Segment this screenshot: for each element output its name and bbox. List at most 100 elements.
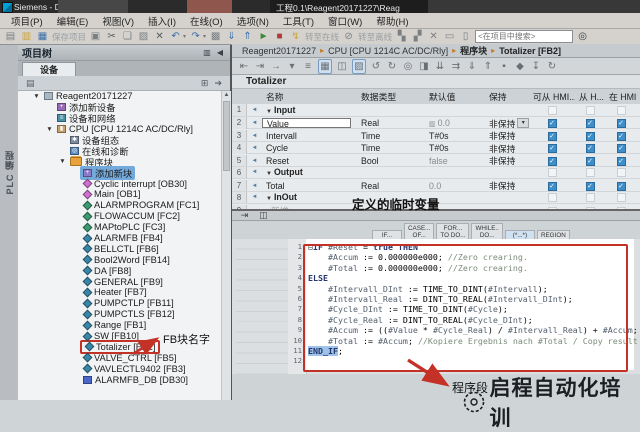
collapse-panel-icon[interactable]: ◀ — [214, 48, 226, 57]
table-row-cycle[interactable]: 4◄CycleTimeT#0s非保持✓✓✓ — [232, 142, 640, 155]
hmi-checkbox[interactable] — [548, 193, 557, 202]
absolute-operands-icon[interactable]: ⇥ — [238, 209, 251, 222]
delete-icon[interactable]: ✕ — [153, 30, 166, 43]
retain-cell[interactable]: 非保持 — [485, 179, 529, 192]
search-input[interactable] — [475, 30, 573, 43]
retain-dropdown-icon[interactable]: ▾ — [517, 118, 529, 128]
menu-item-t[interactable]: 工具(T) — [276, 14, 321, 28]
code-line[interactable]: 5 #Intervall_DInt := TIME_TO_DINT(#Inter… — [288, 284, 638, 294]
snippet-tab-if[interactable]: IF... — [372, 230, 402, 239]
tree-item-maptoplc-fc3[interactable]: MAPtoPLC [FC3] — [18, 222, 222, 233]
hmi-checkbox[interactable] — [586, 168, 595, 177]
menu-item-o[interactable]: 在线(O) — [183, 14, 230, 28]
tree-scrollbar[interactable]: ▲ — [221, 91, 231, 400]
compare-icon[interactable]: ◫ — [336, 60, 348, 73]
tree-item-heater-fb7[interactable]: Heater [FB7] — [18, 287, 222, 298]
download-block-icon[interactable]: ⇓ — [466, 60, 478, 73]
pin-panel-icon[interactable]: ▥ — [200, 48, 214, 57]
name-cell[interactable]: ▼Output — [262, 167, 357, 177]
column-header-hmi[interactable]: 在 HMI... — [605, 90, 637, 103]
section-expander-icon[interactable]: ▼ — [266, 109, 272, 115]
tree-item-item[interactable]: ≡设备和网络 — [18, 113, 222, 124]
window-vertical-icon[interactable]: ▯ — [459, 30, 472, 43]
hmi-checkbox[interactable]: ✓ — [548, 144, 557, 153]
retain-cell[interactable]: 非保持 — [485, 129, 529, 142]
hmi-checkbox[interactable] — [617, 193, 626, 202]
column-header-h[interactable]: 从 H... — [575, 90, 605, 103]
redo-icon-dropdown[interactable]: ▾ — [203, 33, 206, 40]
tree-item-reagent20171227[interactable]: ▼Reagent20171227 — [18, 91, 222, 102]
start-values-icon[interactable]: ▪ — [498, 60, 510, 73]
hmi-checkbox[interactable]: ✓ — [617, 157, 626, 166]
column-header-item[interactable]: 默认值 — [425, 90, 485, 103]
start-cpu-icon[interactable]: ► — [257, 30, 270, 43]
tree-item-bellctl-fb6[interactable]: BELLCTL [FB6] — [18, 243, 222, 254]
name-cell[interactable]: Total — [262, 181, 357, 191]
upload-icon[interactable]: ⇑ — [241, 30, 254, 43]
menu-item-h[interactable]: 帮助(H) — [369, 14, 415, 28]
scroll-thumb[interactable] — [223, 101, 230, 171]
default-value-cell[interactable]: false — [425, 156, 485, 166]
print-icon[interactable]: ▣ — [89, 30, 102, 43]
tree-item-pumpctlp-fb11[interactable]: PUMPCTLP [FB11] — [18, 298, 222, 309]
code-line[interactable]: 6 #Intervall_Real := DINT_TO_REAL(#Inter… — [288, 294, 638, 304]
retain-settings-icon[interactable]: ◆ — [514, 60, 526, 73]
favorites-icon[interactable]: ▨ — [352, 59, 366, 74]
table-row-intervall[interactable]: 3◄IntervallTimeT#0s非保持✓✓✓ — [232, 129, 640, 142]
tree-item-pumpctls-fb12[interactable]: PUMPCTLS [FB12] — [18, 309, 222, 320]
undo-icon[interactable]: ↶ — [169, 30, 182, 43]
go-offline-icon[interactable]: ⊘ — [342, 30, 355, 43]
section-expander-icon[interactable]: ▼ — [266, 196, 272, 202]
code-line[interactable]: 9 #Accum := ((#Value * #Cycle_Real) / #I… — [288, 325, 638, 335]
name-cell[interactable]: Reset — [262, 156, 357, 166]
hmi-checkbox[interactable]: ✓ — [586, 144, 595, 153]
column-header-item[interactable]: 保持 — [485, 90, 529, 103]
redo-icon[interactable]: ↷ — [189, 30, 202, 43]
hmi-checkbox[interactable]: ✓ — [617, 132, 626, 141]
hmi-checkbox[interactable]: ✓ — [617, 182, 626, 191]
breadcrumb-item-cpu-cpu-1214c-ac-dc-rly[interactable]: CPU [CPU 1214C AC/DC/Rly] — [328, 46, 448, 56]
menu-item-n[interactable]: 选项(N) — [230, 14, 276, 28]
hmi-checkbox[interactable]: ✓ — [548, 182, 557, 191]
hmi-checkbox[interactable]: ✓ — [617, 144, 626, 153]
add-row-icon[interactable]: ⇥ — [254, 60, 266, 73]
compile-icon[interactable]: ▩ — [209, 30, 222, 43]
section-expander-icon[interactable]: ▼ — [266, 171, 272, 177]
expand-all-icon[interactable]: ≡ — [302, 60, 314, 73]
code-line[interactable]: 11END_IF; — [288, 346, 638, 356]
name-cell[interactable]: ▼InOut — [262, 192, 357, 202]
tree-item-item[interactable]: ◎在线和诊断 — [18, 145, 222, 156]
column-header-item[interactable]: 名称 — [262, 90, 357, 103]
hmi-checkbox[interactable]: ✓ — [548, 132, 557, 141]
hmi-checkbox[interactable] — [548, 168, 557, 177]
snapshot-icon[interactable]: ◨ — [418, 60, 430, 73]
name-cell[interactable]: Cycle — [262, 143, 357, 153]
hmi-checkbox[interactable]: ✓ — [586, 119, 595, 128]
task-card-strip[interactable]: PLC 编程 — [0, 45, 19, 400]
insert-row-icon[interactable]: ⇤ — [238, 60, 250, 73]
table-row-value[interactable]: 2◄ValueReal▥0.0非保持▾✓✓✓ — [232, 117, 640, 130]
code-line[interactable]: 8 #Cycle_Real := DINT_TO_REAL(#Cycle_DIn… — [288, 315, 638, 325]
tree-item-alarmfb-db-db30[interactable]: ALARMFB_DB [DB30] — [18, 374, 222, 385]
code-line[interactable]: 2 #Accum := 0.000000e000; //Zero crearin… — [288, 252, 638, 262]
diagnostics-icon[interactable]: ▚ — [395, 30, 408, 43]
find-icon[interactable]: ◎ — [576, 30, 589, 43]
retain-cell[interactable]: 非保持 — [485, 142, 529, 155]
breadcrumb-item-reagent20171227[interactable]: Reagent20171227 — [242, 46, 316, 56]
table-row-input[interactable]: 1◄▼Input — [232, 104, 640, 117]
tree-item-flowaccum-fc2[interactable]: FLOWACCUM [FC2] — [18, 211, 222, 222]
device-catalog-icon[interactable]: ▤ — [23, 78, 38, 89]
tree-item-da-fb8[interactable]: DA [FB8] — [18, 265, 222, 276]
param-icon[interactable]: ↧ — [530, 60, 542, 73]
breadcrumb-item-totalizer-fb2[interactable]: Totalizer [FB2] — [499, 46, 561, 56]
tree-item-range-fb1[interactable]: Range [FB1] — [18, 320, 222, 331]
hmi-checkbox[interactable]: ✓ — [586, 132, 595, 141]
copy-snapshot-icon[interactable]: ⇊ — [434, 60, 446, 73]
code-line[interactable]: 10 #Total := #Accum; //Kopiere Ergebnis … — [288, 336, 638, 346]
menu-item-w[interactable]: 窗口(W) — [321, 14, 369, 28]
name-cell[interactable]: ▼Input — [262, 105, 357, 115]
tab-devices[interactable]: 设备 — [22, 62, 76, 77]
table-row-output[interactable]: 6◄▼Output — [232, 167, 640, 180]
hmi-checkbox[interactable]: ✓ — [586, 182, 595, 191]
tree-item-alarmprogram-fc1[interactable]: ALARMPROGRAM [FC1] — [18, 200, 222, 211]
